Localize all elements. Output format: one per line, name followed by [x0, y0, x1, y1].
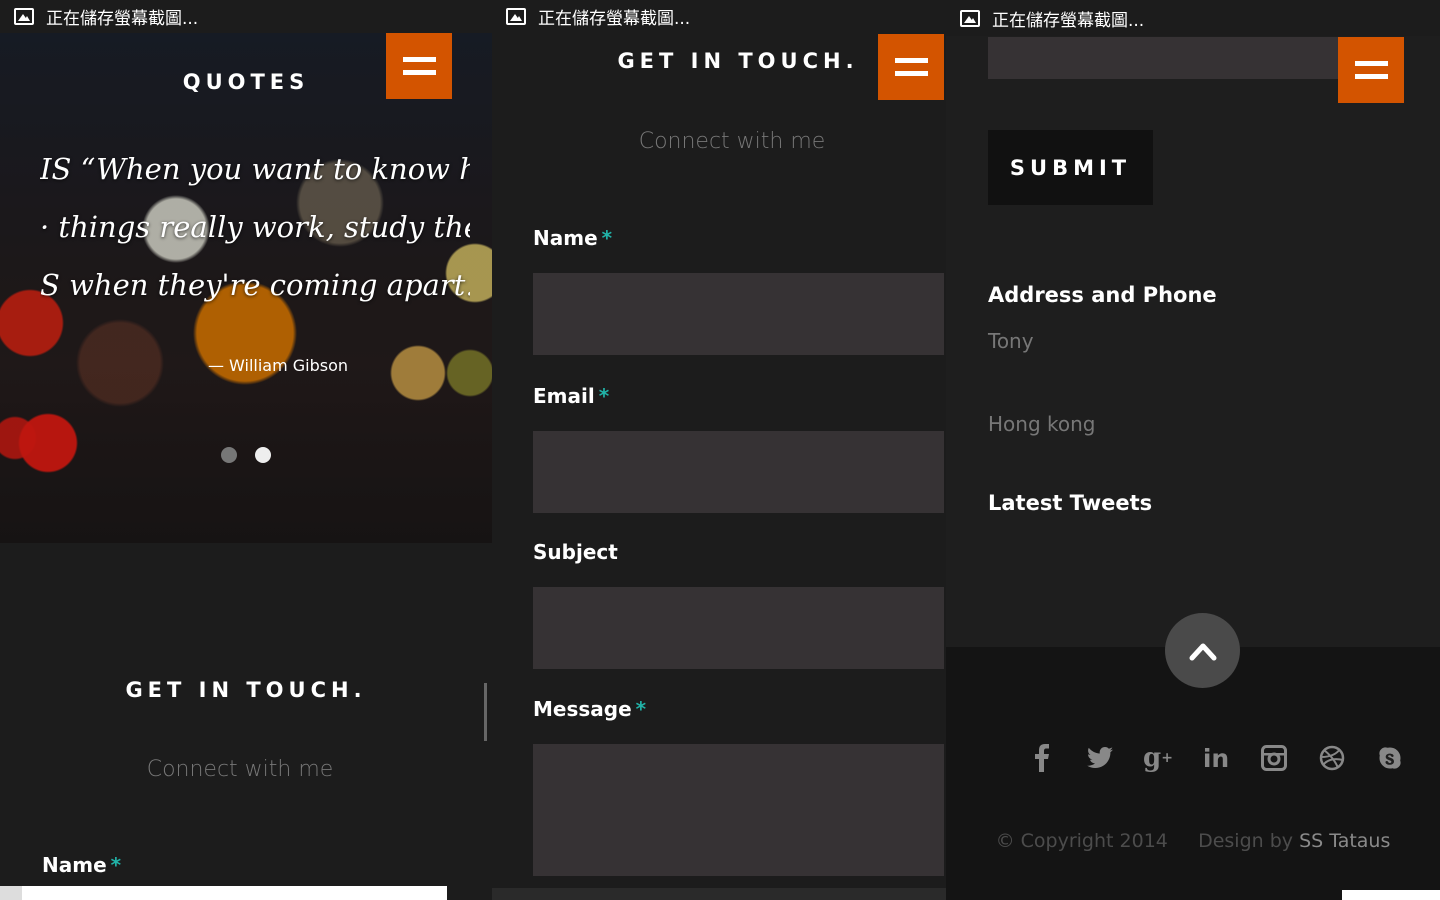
message-textarea[interactable]: [533, 744, 944, 876]
menu-button[interactable]: [1338, 37, 1404, 103]
image-icon: [14, 8, 34, 25]
subject-label: Subject: [533, 540, 618, 564]
tweets-heading: Latest Tweets: [988, 491, 1153, 515]
name-label: Name *: [42, 853, 121, 877]
name-input[interactable]: [533, 273, 944, 355]
back-to-top-button[interactable]: [1165, 613, 1240, 688]
instagram-icon[interactable]: [1258, 742, 1290, 774]
carousel-dot-1[interactable]: [221, 447, 237, 463]
subject-label-text: Subject: [533, 540, 618, 564]
address-heading: Address and Phone: [988, 283, 1217, 307]
email-label: Email *: [533, 384, 609, 408]
image-icon: [960, 9, 980, 27]
name-label: Name *: [533, 226, 612, 250]
message-textarea-bottom[interactable]: [988, 37, 1348, 79]
name-label-text: Name: [533, 226, 598, 250]
menu-bar-icon: [1354, 61, 1388, 66]
google-plus-icon[interactable]: g +: [1142, 742, 1174, 774]
status-bar: 正在儲存螢幕截圖...: [946, 0, 1440, 36]
submit-button[interactable]: SUBMIT: [988, 130, 1153, 205]
scrollbar[interactable]: [484, 683, 487, 741]
contact-subtitle: Connect with me: [638, 129, 826, 154]
status-bar: 正在儲存螢幕截圖...: [492, 0, 946, 33]
name-label-text: Name: [42, 853, 107, 877]
copyright-text: © Copyright 2014: [995, 830, 1168, 852]
screenshot-panel-quotes: 正在儲存螢幕截圖... QUOTES IS “When you want to …: [0, 0, 492, 900]
bottom-strip: [0, 886, 22, 900]
status-saving-text: 正在儲存螢幕截圖...: [46, 9, 199, 29]
required-mark: *: [110, 853, 122, 877]
required-mark: *: [598, 384, 610, 408]
twitter-icon[interactable]: [1084, 742, 1116, 774]
social-links: g + in: [1026, 742, 1406, 774]
quote-line: S when they're coming apart.’: [40, 268, 470, 302]
quote-line: IS “When you want to know hoı: [40, 152, 470, 186]
status-saving-text: 正在儲存螢幕截圖...: [538, 9, 691, 29]
design-by-text: Design by: [1198, 830, 1294, 852]
menu-button[interactable]: [386, 33, 452, 99]
address-name: Tony: [988, 329, 1034, 353]
subject-input[interactable]: [533, 587, 944, 669]
status-saving-text: 正在儲存螢幕截圖...: [992, 10, 1145, 31]
facebook-icon[interactable]: [1026, 742, 1058, 774]
address-city: Hong kong: [988, 412, 1096, 436]
email-label-text: Email: [533, 384, 595, 408]
quote-line: · things really work, study theı: [40, 210, 470, 244]
contact-title: GET IN TOUCH.: [125, 678, 367, 702]
dribbble-icon[interactable]: [1316, 742, 1348, 774]
menu-bar-icon: [402, 57, 436, 62]
carousel-dot-2[interactable]: [255, 447, 271, 463]
status-bar: 正在儲存螢幕截圖...: [0, 0, 492, 33]
screenshot-panel-contact-form: 正在儲存螢幕截圖... GET IN TOUCH. Connect with m…: [492, 0, 946, 900]
quote-text: IS “When you want to know hoı · things r…: [40, 140, 470, 314]
chevron-up-icon: [1189, 643, 1216, 660]
contact-subtitle: Connect with me: [146, 757, 334, 782]
linkedin-icon[interactable]: in: [1200, 742, 1232, 774]
quote-author: — William Gibson: [207, 356, 349, 375]
skype-icon[interactable]: [1374, 742, 1406, 774]
image-icon: [506, 8, 526, 25]
required-mark: *: [601, 226, 613, 250]
message-label: Message *: [533, 697, 646, 721]
bottom-strip: [492, 888, 946, 900]
name-input-edge[interactable]: [22, 886, 447, 900]
screenshot-panel-footer: 正在儲存螢幕截圖... SUBMIT Address and Phone Ton…: [946, 0, 1440, 900]
required-mark: *: [635, 697, 647, 721]
menu-bar-icon: [402, 70, 436, 75]
menu-bar-icon: [1354, 74, 1388, 79]
bottom-strip: [1342, 890, 1440, 900]
email-input[interactable]: [533, 431, 944, 513]
menu-bar-icon: [894, 58, 928, 63]
menu-bar-icon: [894, 71, 928, 76]
designer-link[interactable]: SS Tataus: [1299, 830, 1390, 852]
copyright-line: © Copyright 2014 Design by SS Tataus: [946, 830, 1440, 852]
menu-button[interactable]: [878, 34, 944, 100]
message-label-text: Message: [533, 697, 632, 721]
